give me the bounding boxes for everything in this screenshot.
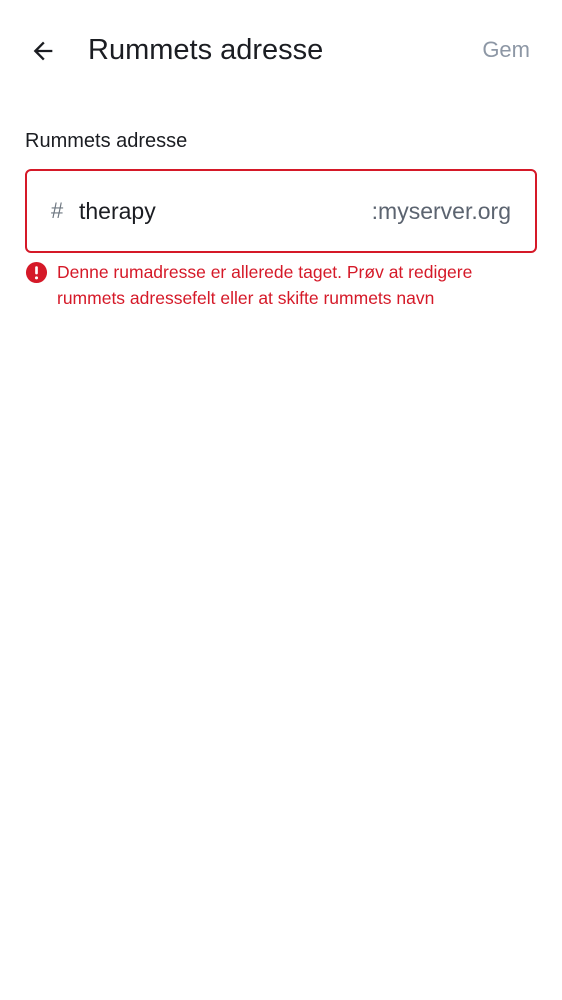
page-title: Rummets adresse	[88, 34, 324, 66]
error-text: Denne rumadresse er allerede taget. Prøv…	[57, 262, 473, 308]
server-suffix: :myserver.org	[371, 198, 511, 224]
hash-prefix: #	[51, 198, 64, 223]
save-button[interactable]: Gem	[482, 34, 530, 66]
arrow-left-icon	[33, 41, 53, 61]
room-address-field[interactable]: # :myserver.org	[25, 169, 537, 253]
back-button[interactable]	[20, 28, 66, 74]
address-field-label: Rummets adresse	[25, 130, 188, 152]
top-app-bar: Rummets adresse Gem	[0, 0, 562, 100]
error-icon	[25, 261, 48, 284]
room-alias-input[interactable]	[79, 192, 339, 230]
